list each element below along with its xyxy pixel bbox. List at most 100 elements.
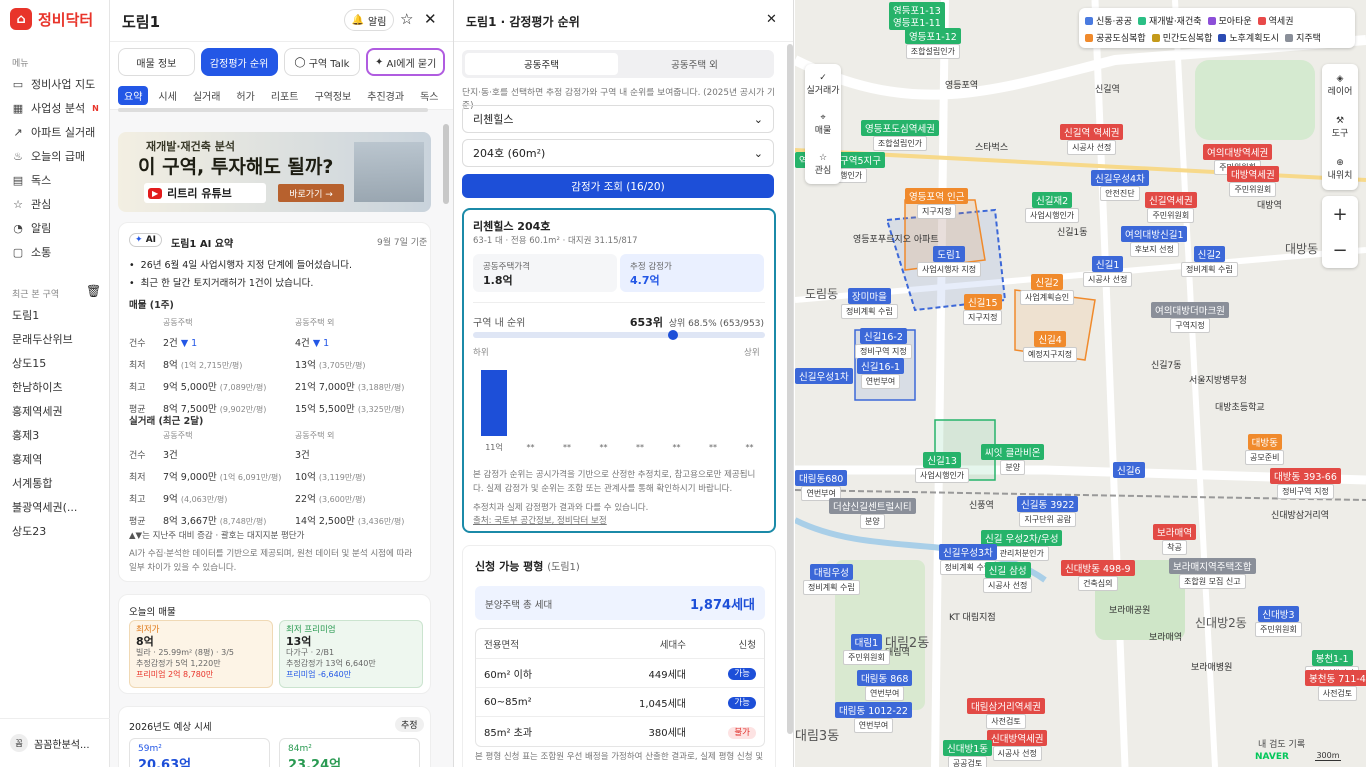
forecast-estimate-button[interactable]: 추정: [395, 717, 424, 732]
map-hint[interactable]: 내 검도 기록: [1258, 737, 1305, 750]
nav-item-community[interactable]: ▢ 소통: [0, 240, 110, 264]
recent-item[interactable]: 서계통합: [0, 472, 110, 496]
subtab-report[interactable]: 리포트: [265, 86, 305, 105]
alarm-button[interactable]: 🔔 알림: [344, 9, 394, 31]
district-tag[interactable]: 대방역세권 주민위원회: [1227, 166, 1279, 197]
legend-item[interactable]: 민간도심복합: [1151, 29, 1212, 46]
legend-item[interactable]: 노후계획도시: [1218, 29, 1279, 46]
district-tag[interactable]: 신대방1동 공공검토: [943, 740, 993, 767]
subtab-summary[interactable]: 요약: [118, 86, 149, 105]
district-tag[interactable]: 신길우성4차 안전진단: [1091, 170, 1149, 201]
complex-select[interactable]: 리첸힐스 ⌄: [462, 105, 774, 133]
listing-layer-button[interactable]: ⌖ 매물: [815, 104, 832, 144]
subtab-zone-info[interactable]: 구역정보: [308, 86, 357, 105]
district-tag[interactable]: 영등포1-12 조합설립인가: [905, 28, 961, 59]
recent-item[interactable]: 상도23: [0, 520, 110, 544]
district-tag[interactable]: 장미마을 정비계획 수립: [841, 288, 898, 319]
subtab-progress[interactable]: 추진경과: [361, 86, 410, 105]
panel-scrollbar[interactable]: [443, 124, 449, 204]
district-tag[interactable]: 신길우성1차: [795, 368, 853, 384]
user-footer[interactable]: 꼼 꼼꼼한분석...: [0, 718, 110, 767]
district-tag[interactable]: 영등포도심역세권 조합설립인가: [861, 120, 939, 151]
lowest-premium-listing[interactable]: 최저 프리미엄 13억 다가구 · 2/B1 추정감정가 13억 6,640만 …: [279, 620, 423, 688]
tab-appraisal-rank[interactable]: 감정평가 순위: [200, 48, 278, 76]
tab-listing[interactable]: 매물 정보: [118, 48, 195, 76]
district-tag[interactable]: 씨잇 클라비온 분양: [981, 444, 1045, 475]
legend-item[interactable]: 신통·공공: [1085, 12, 1132, 29]
source-link[interactable]: 출처: 국토부 공간정보, 정비닥터 보정: [473, 515, 765, 528]
subtab-scrollbar[interactable]: [118, 108, 428, 112]
banner-cta-button[interactable]: 바로가기 →: [278, 184, 344, 202]
recent-item[interactable]: 홍제역: [0, 448, 110, 472]
district-tag[interactable]: 신길1 시공사 선정: [1083, 256, 1133, 287]
district-tag[interactable]: 신길4 예정지구지정: [1023, 331, 1078, 362]
district-tag[interactable]: 신대방3 주민위원회: [1255, 606, 1302, 637]
district-tag[interactable]: 여의대방신길1 후보지 선정: [1121, 226, 1188, 257]
district-tag[interactable]: 대림삼거리역세권 사전검토: [967, 698, 1045, 729]
nav-item-analysis[interactable]: ▦ 사업성 분석 N: [0, 96, 110, 120]
district-tag[interactable]: 대방동 393-66 정비구역 지정: [1270, 468, 1341, 499]
district-tag[interactable]: 신길역 역세권 시공사 선정: [1060, 124, 1124, 155]
district-tag[interactable]: 대방동 공모준비: [1245, 434, 1285, 465]
district-tag[interactable]: 대림동680 연번부여: [795, 470, 848, 501]
nav-item-urgent[interactable]: ♨ 오늘의 급매: [0, 144, 110, 168]
district-tag[interactable]: 신대방동 498-9 건축심의: [1061, 560, 1135, 591]
district-tag[interactable]: 보라매지역주택조합 조합원 모집 신고: [1169, 558, 1256, 589]
nav-item-map[interactable]: ▭ 정비사업 지도: [0, 72, 110, 96]
nav-item-docs[interactable]: ▤ 독스: [0, 168, 110, 192]
seg-apartment[interactable]: 공동주택: [465, 53, 618, 75]
nav-item-favorites[interactable]: ☆ 관심: [0, 192, 110, 216]
tools-button[interactable]: ⚒ 도구: [1332, 106, 1349, 148]
appraisal-query-button[interactable]: 감정가 조회 (16/20): [462, 174, 774, 198]
district-tag[interactable]: 신길재2 사업시행인가: [1025, 192, 1080, 223]
zoom-in-button[interactable]: +: [1332, 196, 1347, 232]
subtab-price[interactable]: 시세: [152, 86, 182, 105]
tab-talk[interactable]: ◯ 구역 Talk: [283, 48, 361, 76]
legend-item[interactable]: 모아타운: [1207, 12, 1252, 29]
map-view[interactable]: 영등포역 스타벅스 신길역 대방역 신풍역 보라매역 신대방삼거리역 보라매공원…: [795, 0, 1366, 767]
district-tag[interactable]: 여의대방더마크원 구역지정: [1151, 302, 1229, 333]
trades-layer-button[interactable]: ✓ 실거래가: [806, 64, 839, 104]
legend-item[interactable]: 지주택: [1285, 29, 1321, 46]
district-tag[interactable]: 대림동 1012-22 연번부여: [835, 702, 912, 733]
legend-item[interactable]: 역세권: [1257, 12, 1294, 29]
district-tag[interactable]: 신길2 정비계획 수립: [1181, 246, 1238, 277]
district-tag[interactable]: 대림1 주민위원회: [843, 634, 890, 665]
trash-icon[interactable]: 🗑: [86, 284, 101, 298]
district-tag[interactable]: 신길15 지구지정: [963, 294, 1003, 325]
subtab-docs[interactable]: 독스: [414, 86, 444, 105]
recent-item[interactable]: 홍제3: [0, 424, 110, 448]
district-tag[interactable]: 신길 삼성 시공사 선정: [983, 562, 1033, 593]
recent-item[interactable]: 도림1: [0, 304, 110, 328]
district-tag[interactable]: 더샵신길센트럴시티 분양: [829, 498, 916, 529]
district-tag[interactable]: 도림1 사업시행자 지정: [917, 246, 982, 277]
district-tag[interactable]: 영등포역 인근 지구지정: [905, 188, 969, 219]
district-tag[interactable]: 대림동 868 연번부여: [857, 670, 913, 701]
recent-item[interactable]: 불광역세권(...: [0, 496, 110, 520]
unit-select[interactable]: 204호 (60m²) ⌄: [462, 139, 774, 167]
recent-item[interactable]: 문래두산위브: [0, 328, 110, 352]
district-tag[interactable]: 신대방역세권 시공사 선정: [987, 730, 1048, 761]
district-tag[interactable]: 신길2 사업계획승인: [1020, 274, 1075, 305]
panel-scrollbar[interactable]: [787, 44, 793, 734]
district-tag[interactable]: 신길16-2 정비구역 지정: [855, 328, 912, 359]
recent-item[interactable]: 홍제역세권: [0, 400, 110, 424]
district-tag[interactable]: 보라매역 착공: [1153, 524, 1196, 555]
lowest-price-listing[interactable]: 최저가 8억 빌라 · 25.99m² (8평) · 3/5 추정감정가 5억 …: [129, 620, 273, 688]
district-tag[interactable]: 신길6: [1113, 462, 1145, 478]
nav-item-alerts[interactable]: ◔ 알림: [0, 216, 110, 240]
recent-item[interactable]: 한남하이츠: [0, 376, 110, 400]
zoom-out-button[interactable]: −: [1332, 232, 1347, 268]
seg-non-apartment[interactable]: 공동주택 외: [618, 53, 771, 75]
nav-item-trades[interactable]: ↗ 아파트 실거래: [0, 120, 110, 144]
district-tag[interactable]: 신길역세권 주민위원회: [1145, 192, 1197, 223]
layer-button[interactable]: ◈ 레이어: [1328, 64, 1353, 106]
district-tag[interactable]: 대림우성 정비계획 수립: [803, 564, 860, 595]
close-icon[interactable]: ✕: [424, 10, 437, 28]
close-icon[interactable]: ✕: [766, 12, 777, 27]
subtab-permit[interactable]: 허가: [230, 86, 260, 105]
my-location-button[interactable]: ⊕ 내위치: [1328, 148, 1353, 190]
tab-ask-ai[interactable]: ✦ AI에게 묻기: [366, 48, 445, 76]
legend-item[interactable]: 공공도심복합: [1085, 29, 1146, 46]
legend-item[interactable]: 재개발·재건축: [1137, 12, 1202, 29]
